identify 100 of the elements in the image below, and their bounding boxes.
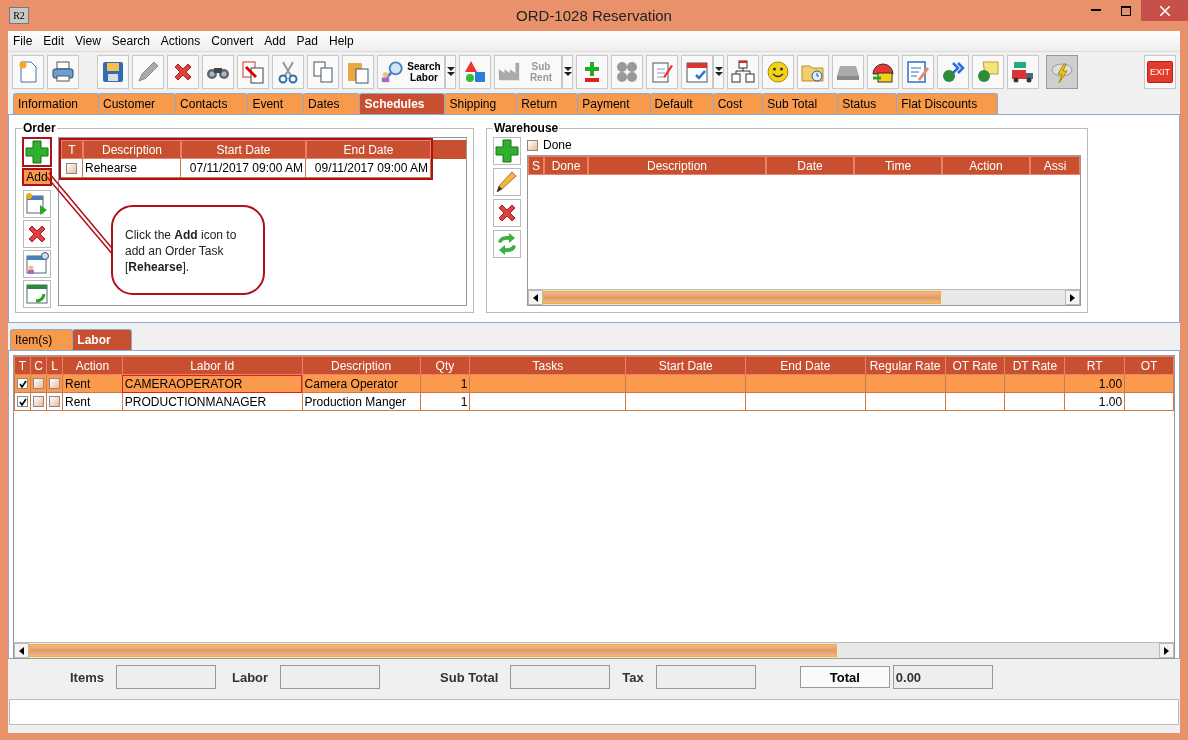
assign-button[interactable] bbox=[23, 250, 51, 278]
table-cell: 09/11/2017 09:00 AM bbox=[306, 159, 431, 178]
refresh-button[interactable] bbox=[23, 280, 51, 308]
column-header[interactable]: Time bbox=[854, 156, 942, 175]
column-header[interactable]: Tasks bbox=[469, 356, 626, 375]
add-button[interactable] bbox=[22, 137, 52, 167]
delete-button[interactable] bbox=[23, 220, 51, 248]
horizontal-scrollbar[interactable] bbox=[14, 642, 1174, 658]
dropdown-button[interactable] bbox=[713, 55, 724, 89]
column-header[interactable]: Start Date bbox=[626, 356, 746, 375]
tab[interactable]: Sub Total bbox=[762, 93, 839, 114]
tab[interactable]: Event bbox=[247, 93, 305, 114]
column-header[interactable]: Description bbox=[83, 140, 181, 159]
tab[interactable]: Schedules bbox=[359, 93, 446, 114]
tab[interactable]: Payment bbox=[577, 93, 651, 114]
column-header[interactable]: T bbox=[14, 356, 31, 375]
sub-total-field[interactable] bbox=[510, 665, 611, 689]
window-title: ORD-1028 Reservation bbox=[516, 7, 672, 24]
tax-field[interactable] bbox=[655, 665, 756, 689]
dropdown-button[interactable] bbox=[445, 55, 456, 89]
toolbar-button[interactable] bbox=[167, 55, 199, 89]
column-header[interactable]: S bbox=[528, 156, 544, 175]
delete-button[interactable] bbox=[493, 199, 521, 227]
table-cell: Rehearse bbox=[83, 159, 181, 178]
dollar-note-icon bbox=[975, 59, 1001, 85]
tab[interactable]: Return bbox=[516, 93, 579, 114]
scroll-thumb[interactable] bbox=[543, 291, 941, 304]
column-header[interactable]: End Date bbox=[745, 356, 866, 375]
column-header[interactable]: Action bbox=[942, 156, 1030, 175]
column-header[interactable]: DT Rate bbox=[1004, 356, 1065, 375]
column-header[interactable]: Qty bbox=[420, 356, 470, 375]
tab[interactable]: Dates bbox=[303, 93, 361, 114]
checkbox[interactable] bbox=[33, 378, 44, 389]
column-header[interactable]: Assi bbox=[1030, 156, 1080, 175]
menu-item[interactable]: View bbox=[70, 34, 107, 48]
column-header[interactable]: End Date bbox=[306, 140, 431, 159]
column-header[interactable]: Date bbox=[766, 156, 854, 175]
exit-button[interactable]: EXIT bbox=[1144, 55, 1176, 89]
tab[interactable]: Cost bbox=[712, 93, 764, 114]
search-labor-button[interactable]: Search Labor bbox=[377, 55, 445, 89]
toolbar-button[interactable] bbox=[237, 55, 269, 89]
checkbox[interactable] bbox=[66, 162, 77, 174]
tab[interactable]: Information bbox=[13, 93, 100, 114]
dropdown-button[interactable] bbox=[562, 55, 573, 89]
column-header[interactable]: RT bbox=[1064, 356, 1125, 375]
callout-text: Click the Add icon to add an Order Task [Rehearse]. bbox=[111, 205, 265, 295]
tab[interactable]: Labor bbox=[72, 329, 132, 350]
column-header[interactable]: Action bbox=[62, 356, 123, 375]
column-header[interactable]: OT bbox=[1124, 356, 1174, 375]
checkbox[interactable] bbox=[49, 378, 60, 389]
schedule-button[interactable] bbox=[23, 190, 51, 218]
calendar-icon bbox=[684, 59, 710, 85]
right-arrow-icon bbox=[1070, 293, 1075, 302]
tab[interactable]: Item(s) bbox=[10, 329, 74, 350]
menu-item[interactable]: Pad bbox=[291, 34, 324, 48]
menu-item[interactable]: Edit bbox=[38, 34, 71, 48]
horizontal-scrollbar[interactable] bbox=[528, 289, 1080, 305]
checkbox[interactable] bbox=[33, 396, 44, 407]
scroll-thumb[interactable] bbox=[29, 644, 837, 657]
menu-item[interactable]: Actions bbox=[155, 34, 207, 48]
menu-item[interactable]: Add bbox=[259, 34, 292, 48]
toolbar-button[interactable] bbox=[867, 55, 899, 89]
checkbox[interactable] bbox=[527, 139, 538, 151]
tab[interactable]: Status bbox=[837, 93, 898, 114]
column-header[interactable]: Description bbox=[302, 356, 420, 375]
column-header[interactable]: Description bbox=[588, 156, 766, 175]
smiley-icon bbox=[765, 59, 791, 85]
column-header[interactable]: Labor Id bbox=[122, 356, 303, 375]
total-field[interactable]: 0.00 bbox=[892, 665, 993, 689]
items-field[interactable] bbox=[115, 665, 216, 689]
menu-item[interactable]: File bbox=[8, 34, 39, 48]
toolbar-button[interactable] bbox=[1007, 55, 1039, 89]
tab[interactable]: Default bbox=[649, 93, 714, 114]
labor-field[interactable] bbox=[280, 665, 381, 689]
total-button[interactable]: Total bbox=[799, 666, 890, 688]
table-cell: PRODUCTIONMANAGER bbox=[122, 392, 303, 411]
column-header[interactable]: Done bbox=[544, 156, 588, 175]
menu-item[interactable]: Search bbox=[106, 34, 156, 48]
notepad-pencil-icon bbox=[649, 59, 675, 85]
checkbox[interactable] bbox=[49, 396, 60, 407]
hierarchy-icon bbox=[730, 59, 756, 85]
toolbar-button[interactable] bbox=[202, 55, 234, 89]
column-header[interactable]: Start Date bbox=[181, 140, 306, 159]
tab[interactable]: Flat Discounts bbox=[896, 93, 999, 114]
menu-item[interactable]: Convert bbox=[206, 34, 260, 48]
toolbar-button[interactable] bbox=[762, 55, 794, 89]
checkbox[interactable] bbox=[17, 378, 28, 389]
tab[interactable]: Shipping bbox=[444, 93, 518, 114]
tab[interactable]: Customer bbox=[98, 93, 177, 114]
minimize-icon bbox=[1091, 9, 1101, 12]
column-header[interactable]: T bbox=[61, 140, 83, 159]
add-button[interactable] bbox=[493, 137, 521, 165]
tab[interactable]: Contacts bbox=[175, 93, 249, 114]
checkbox[interactable] bbox=[17, 396, 28, 407]
dollar-arrows-icon bbox=[940, 59, 966, 85]
column-header[interactable]: OT Rate bbox=[945, 356, 1005, 375]
menu-item[interactable]: Help bbox=[323, 34, 360, 48]
edit-button[interactable] bbox=[493, 168, 521, 196]
column-header[interactable]: Regular Rate bbox=[865, 356, 946, 375]
exit-icon: EXIT bbox=[1147, 61, 1173, 83]
